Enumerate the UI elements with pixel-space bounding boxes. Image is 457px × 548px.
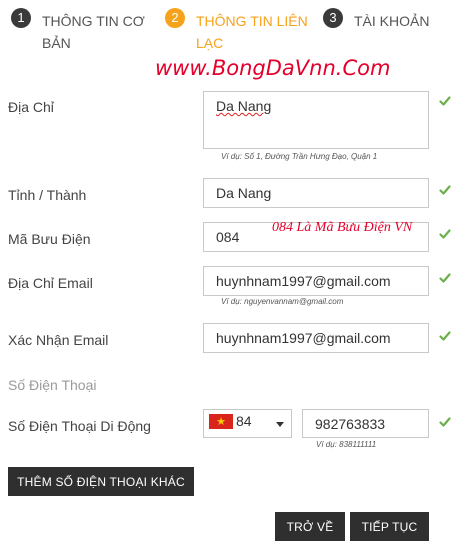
next-button[interactable]: TIẾP TỤC — [350, 512, 429, 541]
postal-code-label: Mã Bưu Điện — [8, 231, 91, 247]
step-number: 2 — [165, 8, 185, 28]
email-input[interactable] — [203, 266, 429, 296]
mobile-hint: Ví dụ: 838111111 — [316, 440, 377, 449]
email-hint: Ví dụ: nguyenvannam@gmail.com — [221, 297, 344, 306]
step-label: THÔNG TIN CƠ BẢN — [42, 13, 145, 51]
back-button[interactable]: TRỞ VỀ — [275, 512, 345, 541]
check-icon — [439, 416, 451, 428]
email-label: Địa Chỉ Email — [8, 275, 93, 291]
check-icon — [439, 228, 451, 240]
country-code-value: 84 — [236, 413, 252, 429]
confirm-email-label: Xác Nhận Email — [8, 332, 109, 348]
confirm-email-input[interactable] — [203, 323, 429, 353]
province-label: Tỉnh / Thành — [8, 187, 87, 203]
step-number: 1 — [11, 8, 31, 28]
watermark-text: www.BongDaVnn.Com — [155, 56, 391, 80]
check-icon — [439, 272, 451, 284]
check-icon — [439, 184, 451, 196]
postal-code-annotation: 084 Là Mã Bưu Điện VN — [272, 220, 413, 235]
caret-down-icon — [276, 422, 284, 427]
phone-section-label: Số Điện Thoại — [8, 377, 97, 393]
mobile-number-input[interactable] — [302, 409, 429, 438]
country-code-select[interactable]: ★ 84 — [203, 409, 292, 438]
province-input[interactable] — [203, 178, 429, 208]
step-number: 3 — [323, 8, 343, 28]
address-textarea[interactable]: Da Nang — [203, 91, 429, 149]
mobile-label: Số Điện Thoại Di Động — [8, 418, 151, 434]
step-label: TÀI KHOẢN — [354, 13, 430, 29]
check-icon — [439, 95, 451, 107]
step-label: THÔNG TIN LIÊN LẠC — [196, 13, 308, 51]
add-phone-button[interactable]: THÊM SỐ ĐIỆN THOẠI KHÁC — [8, 467, 194, 496]
check-icon — [439, 330, 451, 342]
address-hint: Ví dụ: Số 1, Đường Trần Hưng Đạo, Quận 1 — [221, 152, 378, 161]
address-label: Địa Chỉ — [8, 99, 54, 115]
progress-steps: 1 THÔNG TIN CƠ BẢN 2 THÔNG TIN LIÊN LẠC … — [0, 8, 457, 54]
vietnam-flag-icon: ★ — [209, 414, 233, 429]
